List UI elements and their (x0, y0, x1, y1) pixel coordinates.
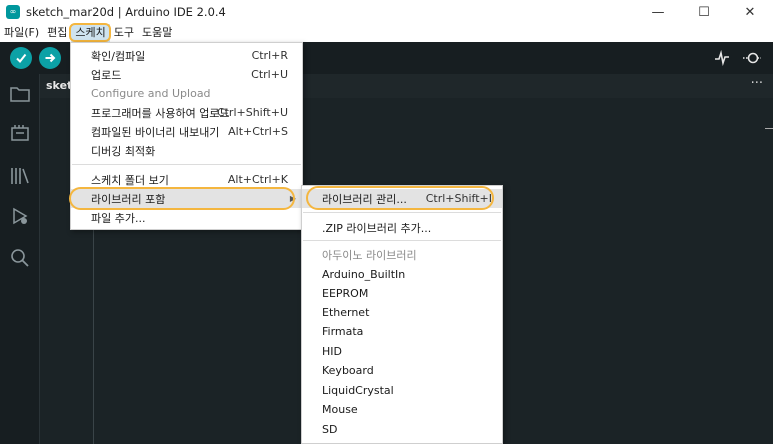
menu-item-configure-upload: Configure and Upload (91, 87, 211, 100)
title-bar: ∞ sketch_mar20d | Arduino IDE 2.0.4 — ☐ … (0, 0, 773, 24)
close-button[interactable]: ✕ (727, 0, 773, 24)
menu-sketch[interactable]: 스케치 (71, 24, 110, 42)
library-item[interactable]: Mouse (302, 400, 502, 419)
menu-edit[interactable]: 편집 (43, 24, 71, 42)
arrow-right-icon (45, 53, 56, 63)
arduino-libraries-header: 아두이노 라이브러리 (322, 248, 417, 262)
library-item[interactable]: Ethernet (302, 303, 502, 322)
library-item[interactable]: SD (302, 420, 502, 439)
include-library-submenu: 라이브러리 관리... Ctrl+Shift+I .ZIP 라이브러리 추가...… (301, 185, 503, 444)
menu-item-include-library[interactable]: 라이브러리 포함 ▶ (71, 189, 302, 208)
menu-separator (72, 164, 301, 165)
maximize-button[interactable]: ☐ (681, 0, 727, 24)
menu-bar: 파일(F) 편집 스케치 도구 도움말 (0, 24, 773, 42)
submenu-arrow-icon: ▶ (289, 194, 296, 203)
window-title: sketch_mar20d | Arduino IDE 2.0.4 (26, 5, 226, 19)
menu-item-add-zip-library[interactable]: .ZIP 라이브러리 추가... (302, 218, 502, 237)
menu-separator (303, 240, 501, 241)
check-icon (16, 53, 27, 64)
menu-item-upload-programmer[interactable]: 프로그래머를 사용하여 업로드 Ctrl+Shift+U (71, 103, 302, 122)
library-item[interactable]: Arduino_BuiltIn (302, 265, 502, 284)
menu-item-add-file[interactable]: 파일 추가... (71, 208, 302, 227)
menu-help[interactable]: 도움말 (138, 24, 176, 42)
menu-item-verify-compile[interactable]: 확인/컴파일 Ctrl+R (71, 46, 302, 65)
library-item[interactable]: LiquidCrystal (302, 381, 502, 400)
menu-item-manage-libraries[interactable]: 라이브러리 관리... Ctrl+Shift+I (302, 189, 502, 208)
serial-monitor-icon[interactable] (742, 50, 762, 66)
library-item[interactable]: Keyboard (302, 361, 502, 380)
menu-item-upload[interactable]: 업로드 Ctrl+U (71, 65, 302, 84)
menu-file[interactable]: 파일(F) (0, 24, 43, 42)
library-item[interactable]: Firmata (302, 322, 502, 341)
menu-separator (303, 212, 501, 213)
library-item[interactable]: EEPROM (302, 284, 502, 303)
window-controls: — ☐ ✕ (635, 0, 773, 24)
menu-item-export-binary[interactable]: 컴파일된 바이너리 내보내기 Alt+Ctrl+S (71, 122, 302, 141)
folder-icon[interactable] (10, 84, 30, 104)
activity-sidebar (0, 74, 40, 444)
menu-item-show-sketch-folder[interactable]: 스케치 폴더 보기 Alt+Ctrl+K (71, 170, 302, 189)
minimize-button[interactable]: — (635, 0, 681, 24)
verify-button[interactable] (10, 47, 32, 69)
serial-plotter-icon[interactable] (714, 50, 730, 66)
library-item[interactable]: HID (302, 342, 502, 361)
library-manager-icon[interactable] (10, 166, 30, 186)
search-icon[interactable] (10, 248, 30, 268)
debug-icon[interactable] (10, 206, 30, 226)
arduino-logo-icon: ∞ (6, 5, 20, 19)
scrollbar-marker (765, 128, 773, 129)
upload-button[interactable] (39, 47, 61, 69)
menu-tools[interactable]: 도구 (110, 24, 138, 42)
boards-manager-icon[interactable] (10, 124, 30, 144)
more-options-icon[interactable]: ··· (751, 74, 763, 94)
menu-item-optimize-debug[interactable]: 디버깅 최적화 (71, 141, 302, 160)
sketch-dropdown-menu: 확인/컴파일 Ctrl+R 업로드 Ctrl+U Configure and Upl… (70, 42, 303, 230)
